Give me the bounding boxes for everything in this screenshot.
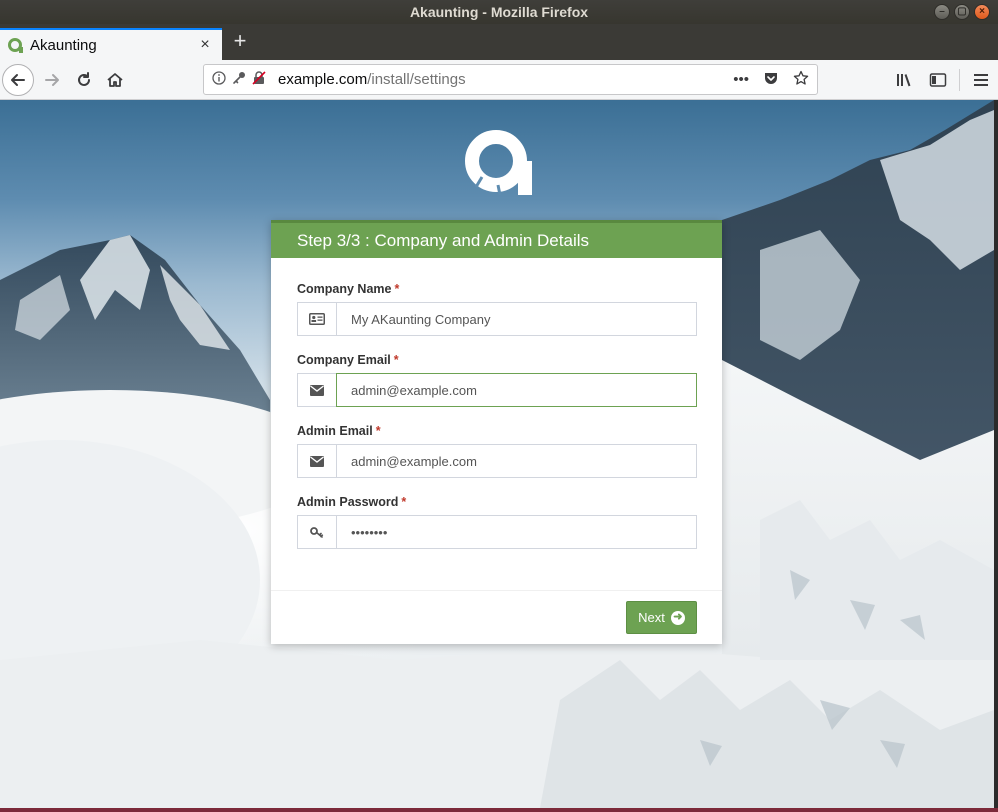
page-content: Step 3/3 : Company and Admin Details Com…: [0, 100, 994, 808]
company-name-input-group: [297, 302, 697, 336]
akaunting-logo: [465, 130, 532, 196]
admin-password-input-group: [297, 515, 697, 549]
forward-button[interactable]: [36, 64, 68, 96]
toolbar-right: [887, 64, 998, 96]
tab-strip: Akaunting × +: [0, 24, 998, 60]
admin-password-label: Admin Password *: [297, 495, 407, 509]
library-button[interactable]: [887, 64, 921, 96]
required-marker: *: [375, 424, 381, 438]
url-host: example.com: [278, 71, 368, 88]
window-controls: – ▢ ×: [934, 4, 990, 20]
bookmark-star-icon[interactable]: [793, 70, 809, 90]
envelope-icon: [297, 444, 336, 478]
company-name-input[interactable]: [336, 302, 697, 336]
new-tab-button[interactable]: +: [228, 30, 252, 54]
card-header: Step 3/3 : Company and Admin Details: [271, 220, 722, 258]
required-marker: *: [393, 353, 399, 367]
library-icon: [897, 74, 911, 87]
url-actions: •••: [733, 70, 809, 90]
required-marker: *: [394, 282, 400, 296]
tab-akaunting[interactable]: Akaunting ×: [0, 28, 222, 60]
key-permission-icon[interactable]: [232, 71, 246, 88]
company-email-input[interactable]: [336, 373, 697, 407]
tab-close-button[interactable]: ×: [196, 36, 214, 54]
reload-button[interactable]: [68, 64, 100, 96]
admin-email-input-group: [297, 444, 697, 478]
key-icon: [297, 515, 336, 549]
admin-password-input[interactable]: [336, 515, 697, 549]
maximize-button[interactable]: ▢: [954, 4, 970, 20]
window-bottom-border: [0, 808, 998, 812]
card-footer: Next ➜: [271, 590, 722, 644]
company-email-label: Company Email *: [297, 353, 399, 367]
info-icon[interactable]: [212, 71, 226, 88]
next-button[interactable]: Next ➜: [626, 601, 697, 634]
navigation-toolbar: example.com/install/settings •••: [0, 60, 998, 100]
window-titlebar: Akaunting - Mozilla Firefox – ▢ ×: [0, 0, 998, 24]
window-title: Akaunting - Mozilla Firefox: [409, 4, 589, 20]
arrow-right-icon: [45, 74, 59, 86]
card-title: Step 3/3 : Company and Admin Details: [297, 230, 589, 250]
sidebar-icon: [929, 73, 947, 87]
card-body: Company Name* Company Email*: [271, 258, 722, 549]
admin-password-field-group: Admin Password *: [297, 495, 697, 549]
sidebar-button[interactable]: [921, 64, 955, 96]
company-name-field-group: Company Name *: [297, 282, 697, 336]
page-actions-button[interactable]: •••: [733, 71, 749, 88]
insecure-lock-icon[interactable]: [252, 71, 266, 88]
install-settings-card: Step 3/3 : Company and Admin Details Com…: [271, 220, 722, 644]
url-text[interactable]: example.com/install/settings: [278, 71, 733, 88]
minimize-button[interactable]: –: [934, 4, 950, 20]
pocket-icon[interactable]: [763, 70, 779, 90]
close-window-button[interactable]: ×: [974, 4, 990, 20]
company-email-input-group: [297, 373, 697, 407]
back-button[interactable]: [2, 64, 34, 96]
company-email-field-group: Company Email *: [297, 353, 697, 407]
arrow-left-icon: [11, 74, 25, 86]
window-right-border: [994, 100, 998, 808]
reload-icon: [78, 72, 90, 86]
admin-email-input[interactable]: [336, 444, 697, 478]
toolbar-separator: [959, 69, 960, 91]
arrow-circle-right-icon: ➜: [670, 610, 685, 625]
admin-email-label: Admin Email *: [297, 424, 381, 438]
company-name-label: Company Name *: [297, 282, 400, 296]
hamburger-menu-icon: [974, 74, 988, 86]
tab-title: Akaunting: [30, 36, 97, 54]
next-button-label: Next: [638, 610, 665, 625]
home-icon: [107, 73, 123, 87]
admin-email-field-group: Admin Email *: [297, 424, 697, 478]
url-bar[interactable]: example.com/install/settings •••: [203, 64, 818, 95]
required-marker: *: [401, 495, 407, 509]
url-path: /install/settings: [367, 71, 466, 88]
home-button[interactable]: [99, 64, 131, 96]
envelope-icon: [297, 373, 336, 407]
id-card-icon: [297, 302, 336, 336]
akaunting-favicon-icon: [8, 38, 23, 53]
menu-button[interactable]: [964, 64, 998, 96]
